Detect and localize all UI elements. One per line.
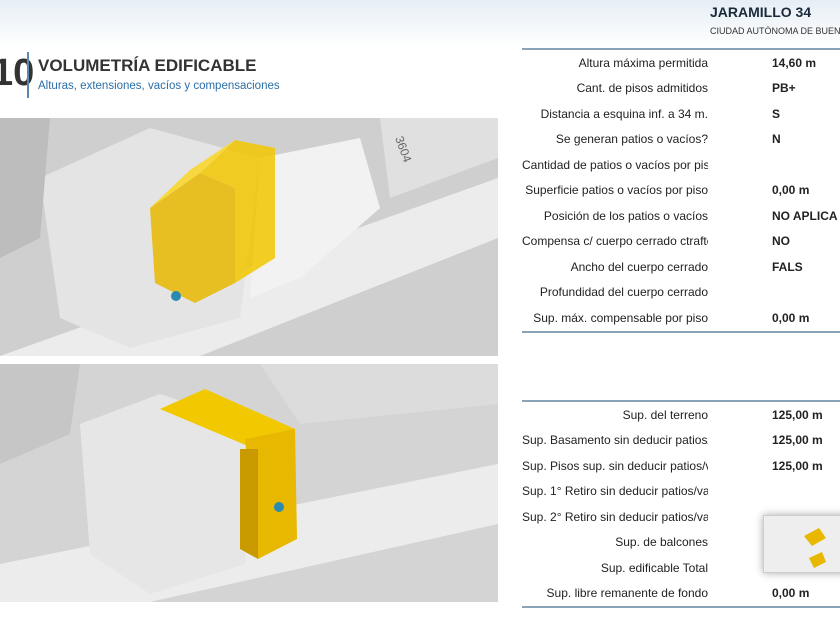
row-value: 0,00 m	[772, 586, 810, 601]
volumetry-view-1: 3604	[0, 118, 498, 356]
table-row: Profundidad del cuerpo cerrado	[522, 280, 840, 306]
location-pin-icon	[274, 502, 284, 512]
table-row: Posición de los patios o vacíos NO APLICA	[522, 203, 840, 229]
row-value: NO APLICA	[772, 208, 838, 223]
row-label: Posición de los patios o vacíos	[543, 208, 708, 223]
row-value: S	[772, 106, 781, 121]
area-params-table: Sup. del terreno 125,00 m Sup. Basamento s…	[522, 400, 840, 608]
row-label: Distancia a esquina inf. a 34 m.	[540, 106, 708, 121]
volumetry-view-2	[0, 364, 498, 602]
table-row: Se generan patios o vacíos? N	[522, 127, 840, 153]
row-label: Ancho del cuerpo cerrado	[570, 259, 708, 274]
row-label: Sup. del terreno	[622, 407, 708, 422]
table-row: Cantidad de patios o vacíos por piso	[522, 152, 840, 178]
row-value: PB+	[772, 81, 796, 96]
row-label: Se generan patios o vacíos?	[555, 132, 708, 147]
table-row: Altura máxima permitida 14,60 m	[522, 50, 840, 76]
divider	[27, 52, 29, 98]
row-label: Compensa c/ cuerpo cerrado ctrafte?	[522, 234, 708, 249]
page-subtitle: Alturas, extensiones, vacíos y compensac…	[38, 80, 280, 92]
row-label: Profundidad del cuerpo cerrado	[539, 285, 708, 300]
row-value: NO	[772, 234, 790, 249]
table-row: Sup. máx. compensable por piso 0,00 m	[522, 305, 840, 331]
row-value: 0,00 m	[772, 310, 810, 325]
table-row: Sup. Pisos sup. sin deducir patios/vacio…	[522, 453, 840, 479]
city-label: CIUDAD AUTÓNOMA DE BUENOS A	[710, 26, 840, 36]
table-row: Superficie patios o vacíos por piso 0,00 …	[522, 178, 840, 204]
row-value: 125,00 m	[772, 433, 823, 448]
row-label: Superficie patios o vacíos por piso	[525, 183, 708, 198]
row-value: N	[772, 132, 781, 147]
row-label: Sup. Basamento sin deducir patios/vacios	[522, 433, 708, 448]
table-row: Distancia a esquina inf. a 34 m. S	[522, 101, 840, 127]
page-title: VOLUMETRÍA EDIFICABLE	[38, 56, 257, 75]
location-pin-icon	[171, 291, 181, 301]
row-label: Cant. de pisos admitidos	[576, 81, 708, 96]
address-title: JARAMILLO 34	[710, 4, 812, 20]
row-value: 125,00 m	[772, 407, 823, 422]
row-label: Sup. libre remanente de fondo	[546, 586, 708, 601]
row-label: Sup. 2° Retiro sin deducir patios/vacios	[522, 509, 708, 524]
row-label: Altura máxima permitida	[578, 55, 708, 70]
height-params-table: Altura máxima permitida 14,60 m Cant. de p…	[522, 48, 840, 333]
section-number: 10	[0, 52, 35, 94]
table-row: Sup. del terreno 125,00 m	[522, 402, 840, 428]
table-row: Sup. 1° Retiro sin deducir patios/vacios	[522, 479, 840, 505]
header-bar: JARAMILLO 34 CIUDAD AUTÓNOMA DE BUENOS A	[0, 0, 840, 48]
row-label: Sup. Pisos sup. sin deducir patios/vacio…	[522, 458, 708, 473]
table-row: Sup. libre remanente de fondo 0,00 m	[522, 581, 840, 607]
page-thumbnail[interactable]	[763, 515, 840, 573]
row-label: Sup. 1° Retiro sin deducir patios/vacios	[522, 484, 708, 499]
table-row: Ancho del cuerpo cerrado FALS	[522, 254, 840, 280]
row-label: Sup. máx. compensable por piso	[533, 310, 708, 325]
row-value: 125,00 m	[772, 458, 823, 473]
table-row: Sup. Basamento sin deducir patios/vacios…	[522, 428, 840, 454]
row-value: 0,00 m	[772, 183, 810, 198]
table-row: Compensa c/ cuerpo cerrado ctrafte? NO	[522, 229, 840, 255]
row-label: Sup. edificable Total	[600, 560, 708, 575]
row-label: Sup. de balcones	[615, 535, 708, 550]
table-row: Cant. de pisos admitidos PB+	[522, 76, 840, 102]
row-value: 14,60 m	[772, 55, 817, 70]
row-label: Cantidad de patios o vacíos por piso	[522, 157, 708, 172]
row-value: FALS	[772, 259, 803, 274]
